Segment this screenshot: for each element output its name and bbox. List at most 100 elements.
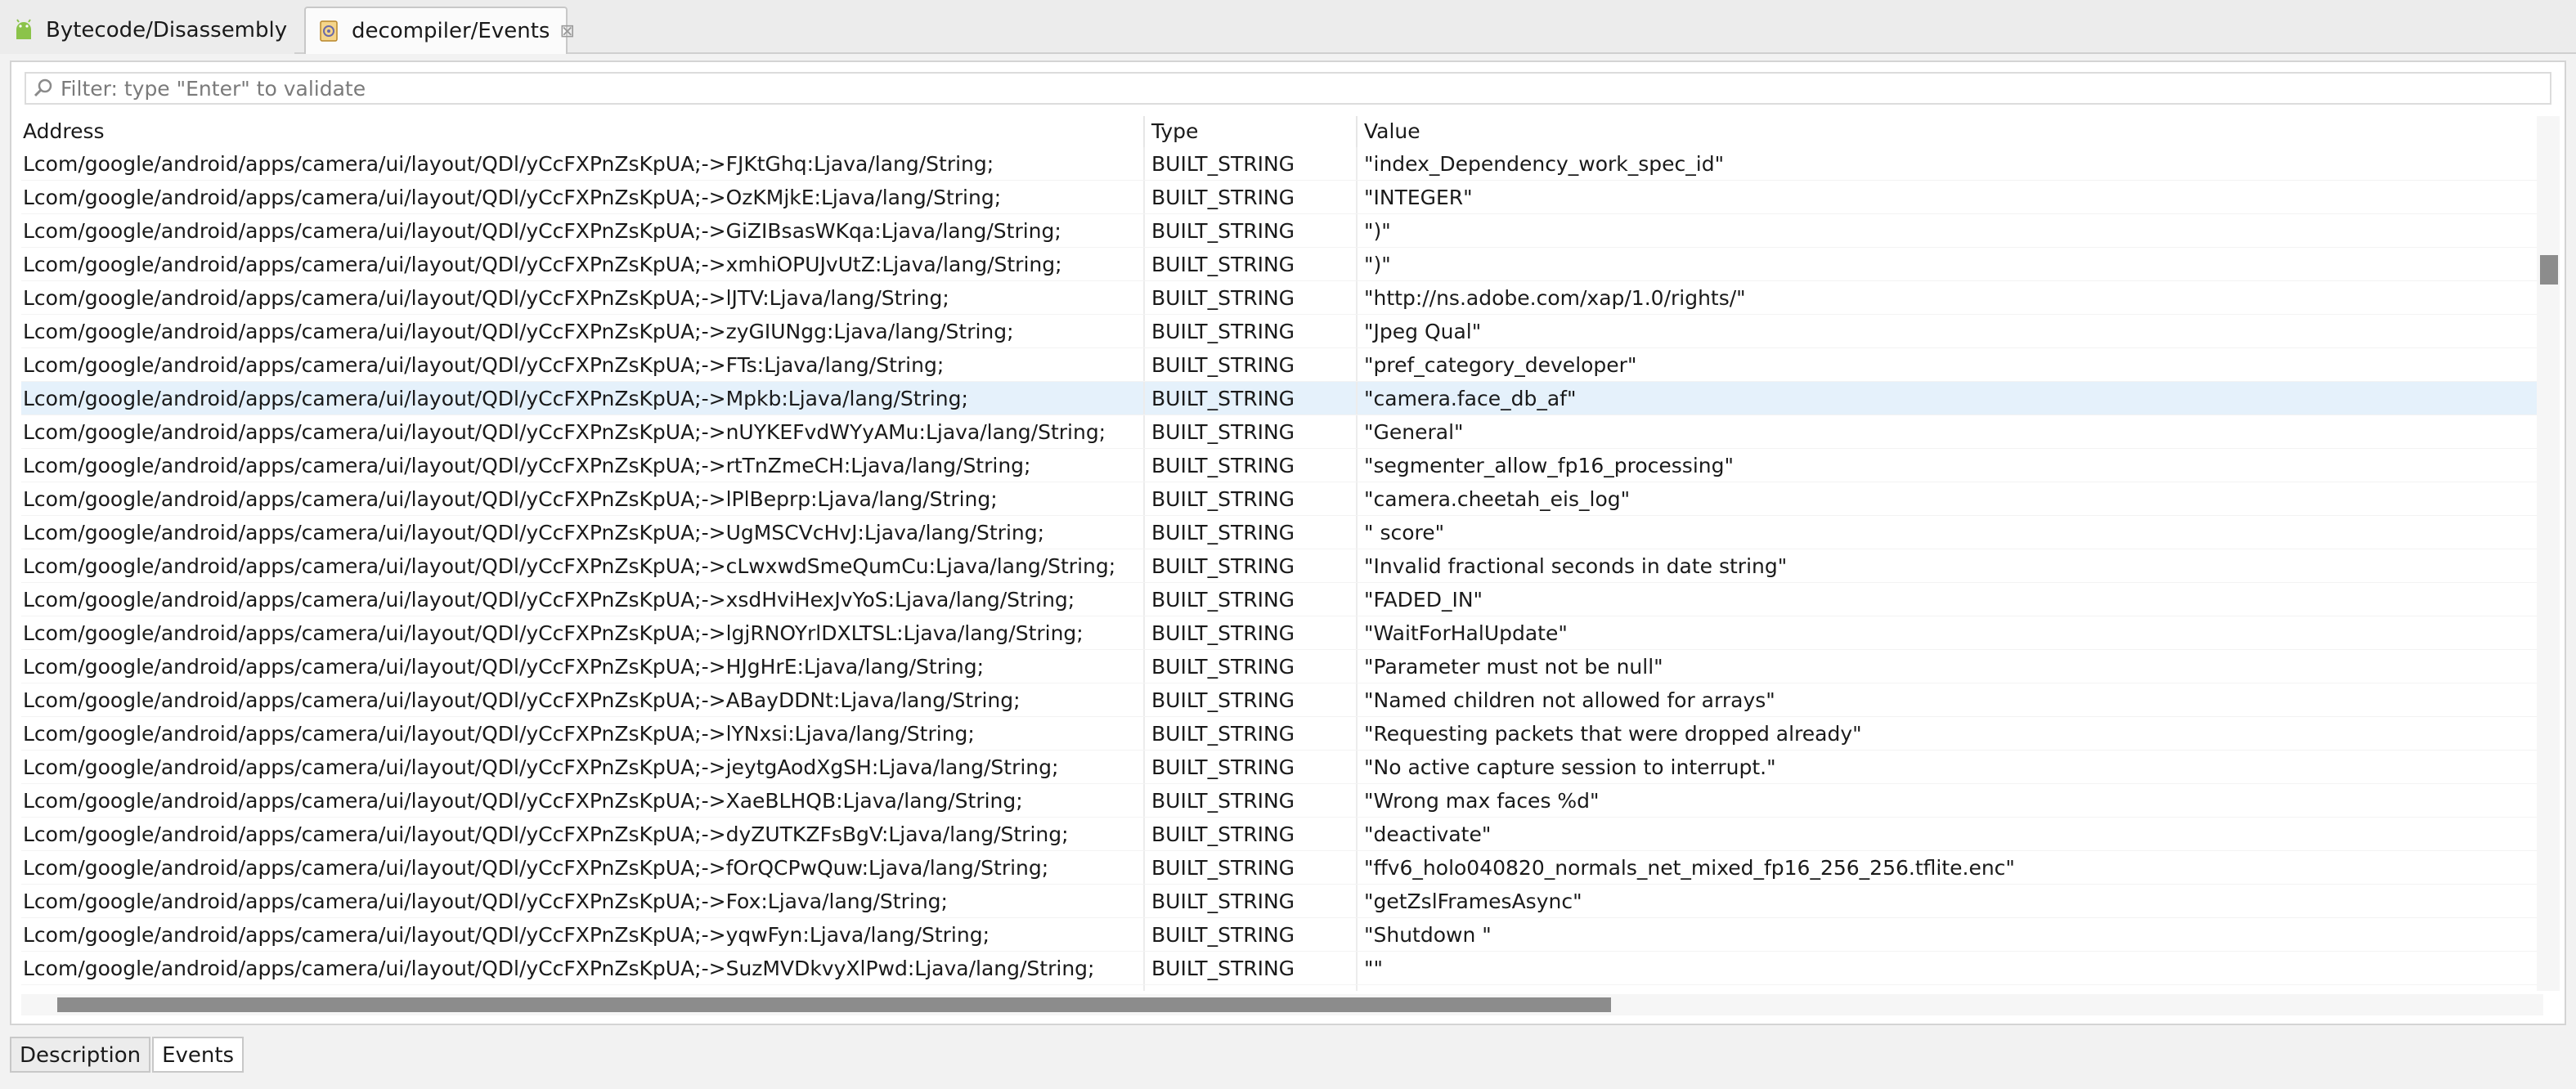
tab-label: decompiler/Events xyxy=(352,19,550,43)
cell-value: ")" xyxy=(1358,248,2543,280)
table-row[interactable]: Lcom/google/android/apps/camera/ui/layou… xyxy=(21,348,2543,382)
cell-address: Lcom/google/android/apps/camera/ui/layou… xyxy=(21,482,1145,515)
table-row[interactable]: Lcom/google/android/apps/camera/ui/layou… xyxy=(21,818,2543,851)
table-row[interactable]: Lcom/google/android/apps/camera/ui/layou… xyxy=(21,784,2543,818)
cell-value: "Invalid fractional seconds in date stri… xyxy=(1358,549,2543,582)
cell-address: Lcom/google/android/apps/camera/ui/layou… xyxy=(21,348,1145,381)
tab-bytecode-disassembly[interactable]: Bytecode/Disassembly xyxy=(0,7,294,54)
cell-address: Lcom/google/android/apps/camera/ui/layou… xyxy=(21,181,1145,213)
table-row[interactable]: Lcom/google/android/apps/camera/ui/layou… xyxy=(21,952,2543,985)
cell-type: BUILT_STRING xyxy=(1145,147,1358,180)
cell-type: BUILT_STRING xyxy=(1145,281,1358,314)
cell-type: BUILT_STRING xyxy=(1145,415,1358,448)
cell-type: BUILT_STRING xyxy=(1145,214,1358,247)
cell-address: Lcom/google/android/apps/camera/ui/layou… xyxy=(21,516,1145,549)
events-icon xyxy=(320,20,338,42)
cell-type: BUILT_STRING xyxy=(1145,952,1358,984)
cell-value: "" xyxy=(1358,952,2543,984)
bottom-tab-strip: Description Events xyxy=(10,1037,245,1073)
cell-type: BUILT_STRING xyxy=(1145,985,1358,991)
column-header-type[interactable]: Type xyxy=(1145,116,1358,147)
cell-type: BUILT_STRING xyxy=(1145,851,1358,884)
cell-value: "Requesting packets that were dropped al… xyxy=(1358,717,2543,750)
search-icon xyxy=(34,78,52,97)
cell-value: "getZslFramesAsync" xyxy=(1358,885,2543,917)
table-row[interactable]: Lcom/google/android/apps/camera/ui/layou… xyxy=(21,985,2543,991)
cell-type: BUILT_STRING xyxy=(1145,516,1358,549)
column-header-value[interactable]: Value xyxy=(1358,116,2543,147)
cell-value: "Parameter must not be null" xyxy=(1358,650,2543,683)
cell-address: Lcom/google/android/apps/camera/ui/layou… xyxy=(21,382,1145,415)
table-row[interactable]: Lcom/google/android/apps/camera/ui/layou… xyxy=(21,415,2543,449)
cell-value: "camera.face_db_af" xyxy=(1358,382,2543,415)
tab-decompiler-events[interactable]: decompiler/Events ⊠ xyxy=(304,7,575,54)
cell-type: BUILT_STRING xyxy=(1145,449,1358,482)
table-row[interactable]: Lcom/google/android/apps/camera/ui/layou… xyxy=(21,248,2543,281)
table-row[interactable]: Lcom/google/android/apps/camera/ui/layou… xyxy=(21,751,2543,784)
table-row[interactable]: Lcom/google/android/apps/camera/ui/layou… xyxy=(21,851,2543,885)
table-row[interactable]: Lcom/google/android/apps/camera/ui/layou… xyxy=(21,449,2543,482)
vertical-scrollbar[interactable] xyxy=(2537,116,2560,991)
cell-address: Lcom/google/android/apps/camera/ui/layou… xyxy=(21,616,1145,649)
table-row[interactable]: Lcom/google/android/apps/camera/ui/layou… xyxy=(21,482,2543,516)
table-row[interactable]: Lcom/google/android/apps/camera/ui/layou… xyxy=(21,583,2543,616)
cell-value: "index_Dependency_work_spec_id" xyxy=(1358,147,2543,180)
horizontal-scroll-thumb[interactable] xyxy=(57,997,1611,1012)
cell-address: Lcom/google/android/apps/camera/ui/layou… xyxy=(21,583,1145,616)
tab-events[interactable]: Events xyxy=(152,1037,245,1073)
cell-address: Lcom/google/android/apps/camera/ui/layou… xyxy=(21,549,1145,582)
table-row[interactable]: Lcom/google/android/apps/camera/ui/layou… xyxy=(21,214,2543,248)
cell-type: BUILT_STRING xyxy=(1145,885,1358,917)
table-row[interactable]: Lcom/google/android/apps/camera/ui/layou… xyxy=(21,717,2543,751)
filter-bar xyxy=(25,72,2551,105)
table-row[interactable]: Lcom/google/android/apps/camera/ui/layou… xyxy=(21,315,2543,348)
cell-type: BUILT_STRING xyxy=(1145,181,1358,213)
table-row[interactable]: Lcom/google/android/apps/camera/ui/layou… xyxy=(21,181,2543,214)
tab-label: Bytecode/Disassembly xyxy=(46,18,288,43)
vertical-scroll-thumb[interactable] xyxy=(2540,255,2558,285)
cell-value: ")" xyxy=(1358,214,2543,247)
cell-address: Lcom/google/android/apps/camera/ui/layou… xyxy=(21,214,1145,247)
cell-address: Lcom/google/android/apps/camera/ui/layou… xyxy=(21,248,1145,280)
cell-type: BUILT_STRING xyxy=(1145,549,1358,582)
horizontal-scrollbar[interactable] xyxy=(21,994,2543,1015)
cell-type: BUILT_STRING xyxy=(1145,382,1358,415)
tab-description[interactable]: Description xyxy=(10,1037,151,1073)
cell-type: BUILT_STRING xyxy=(1145,348,1358,381)
table-header: Address Type Value xyxy=(21,116,2543,147)
table-row[interactable]: Lcom/google/android/apps/camera/ui/layou… xyxy=(21,281,2543,315)
cell-value: "pref_category_developer" xyxy=(1358,348,2543,381)
cell-value: "Shutdown " xyxy=(1358,918,2543,951)
cell-value: "ffv6_holo040820_normals_net_mixed_fp16_… xyxy=(1358,851,2543,884)
table-row[interactable]: Lcom/google/android/apps/camera/ui/layou… xyxy=(21,683,2543,717)
cell-value: "No active capture session to interrupt.… xyxy=(1358,751,2543,783)
cell-value: "OptionalzeroFrameRoSampler" xyxy=(1358,985,2543,991)
cell-value: "INTEGER" xyxy=(1358,181,2543,213)
cell-value: "camera.cheetah_eis_log" xyxy=(1358,482,2543,515)
cell-type: BUILT_STRING xyxy=(1145,248,1358,280)
filter-input[interactable] xyxy=(61,76,2514,101)
table-row[interactable]: Lcom/google/android/apps/camera/ui/layou… xyxy=(21,918,2543,952)
table-row[interactable]: Lcom/google/android/apps/camera/ui/layou… xyxy=(21,549,2543,583)
cell-value: "Wrong max faces %d" xyxy=(1358,784,2543,817)
table-row[interactable]: Lcom/google/android/apps/camera/ui/layou… xyxy=(21,616,2543,650)
cell-value: "FADED_IN" xyxy=(1358,583,2543,616)
cell-type: BUILT_STRING xyxy=(1145,315,1358,347)
table-row[interactable]: Lcom/google/android/apps/camera/ui/layou… xyxy=(21,650,2543,683)
column-header-address[interactable]: Address xyxy=(21,116,1145,147)
app-window: Bytecode/Disassembly decompiler/Events ⊠… xyxy=(0,0,2576,1089)
close-icon[interactable]: ⊠ xyxy=(559,21,574,42)
table-row[interactable]: Lcom/google/android/apps/camera/ui/layou… xyxy=(21,516,2543,549)
cell-address: Lcom/google/android/apps/camera/ui/layou… xyxy=(21,683,1145,716)
table-row[interactable]: Lcom/google/android/apps/camera/ui/layou… xyxy=(21,147,2543,181)
table-row[interactable]: Lcom/google/android/apps/camera/ui/layou… xyxy=(21,885,2543,918)
cell-type: BUILT_STRING xyxy=(1145,918,1358,951)
cell-address: Lcom/google/android/apps/camera/ui/layou… xyxy=(21,650,1145,683)
cell-address: Lcom/google/android/apps/camera/ui/layou… xyxy=(21,818,1145,850)
cell-address: Lcom/google/android/apps/camera/ui/layou… xyxy=(21,918,1145,951)
cell-type: BUILT_STRING xyxy=(1145,717,1358,750)
events-panel: Address Type Value Lcom/google/android/a… xyxy=(10,60,2566,1025)
table-row[interactable]: Lcom/google/android/apps/camera/ui/layou… xyxy=(21,382,2543,415)
table-body: Lcom/google/android/apps/camera/ui/layou… xyxy=(21,147,2543,991)
cell-address: Lcom/google/android/apps/camera/ui/layou… xyxy=(21,717,1145,750)
